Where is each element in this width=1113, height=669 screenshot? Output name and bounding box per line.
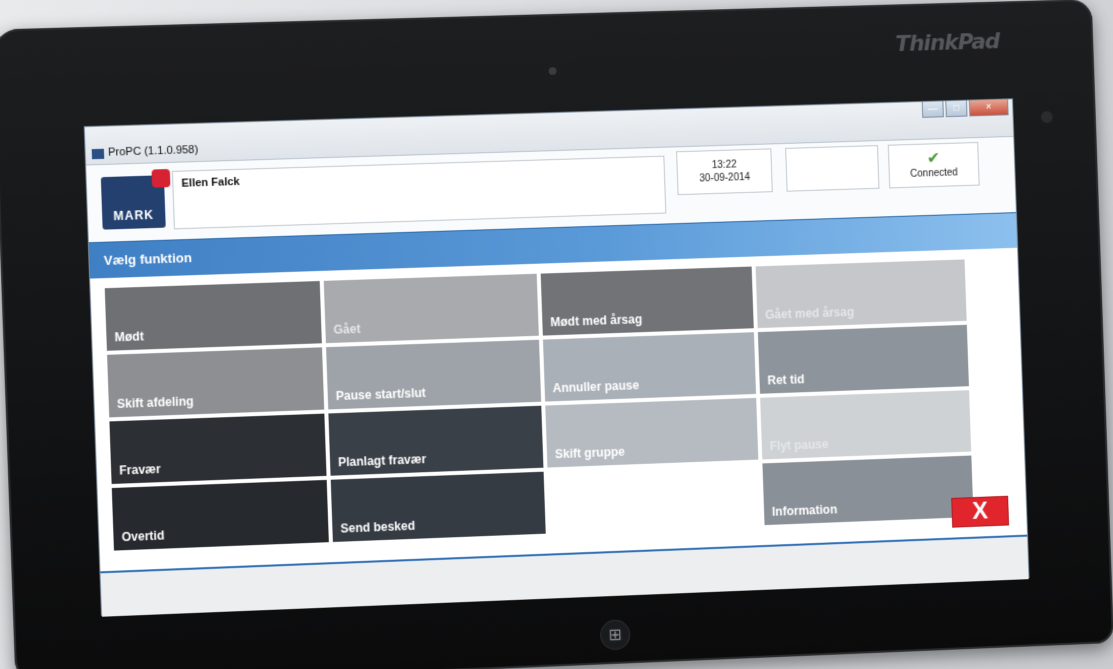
logo-text: MARK	[113, 207, 155, 224]
logo-accent	[151, 168, 171, 188]
tile-mødt-med-årsag[interactable]: Mødt med årsag	[540, 266, 754, 336]
tile-planlagt-fravær[interactable]: Planlagt fravær	[328, 405, 544, 476]
current-date: 30-09-2014	[699, 171, 751, 185]
tile-label: Send besked	[340, 518, 416, 536]
tile-annuller-pause[interactable]: Annuller pause	[542, 332, 757, 402]
tile-information[interactable]: Information	[762, 455, 974, 526]
close-window-button[interactable]: ×	[968, 99, 1009, 117]
clock-box: 13:22 30-09-2014	[676, 148, 773, 196]
window-controls: — □ ×	[920, 99, 1009, 118]
tile-gået-med-årsag[interactable]: Gået med årsag	[755, 259, 967, 329]
tile-overtid[interactable]: Overtid	[111, 479, 329, 551]
tile-label: Overtid	[121, 528, 165, 545]
tile-label: Ret tid	[767, 372, 805, 388]
brand-logo: ThinkPad	[894, 29, 1000, 58]
connection-status-box: ✔ Connected	[887, 141, 980, 189]
tile-label: Mødt	[114, 329, 145, 345]
tile-ret-tid[interactable]: Ret tid	[757, 324, 969, 394]
tile-label: Pause start/slut	[335, 385, 427, 404]
minimize-button[interactable]: —	[921, 101, 944, 118]
tile-mødt[interactable]: Mødt	[104, 281, 322, 351]
tile-label: Flyt pause	[769, 437, 829, 454]
tile-skift-afdeling[interactable]: Skift afdeling	[107, 347, 325, 418]
app-icon	[91, 148, 105, 160]
company-logo: MARK	[100, 168, 171, 230]
user-name-box: Ellen Falck	[171, 155, 667, 230]
windows-key-icon[interactable]: ⊞	[599, 619, 631, 651]
tile-label: Mødt med årsag	[550, 312, 643, 330]
tile-pause-start-slut[interactable]: Pause start/slut	[326, 339, 542, 410]
plug-icon: ✔	[926, 150, 941, 168]
tablet-device: ThinkPad ProPC (1.1.0.958) — □ × MARK El…	[0, 0, 1113, 669]
tile-label: Skift gruppe	[554, 444, 626, 462]
app-window: ProPC (1.1.0.958) — □ × MARK Ellen Falck…	[83, 98, 1030, 617]
tile-empty	[548, 464, 761, 534]
tile-gået[interactable]: Gået	[323, 273, 539, 344]
tile-label: Gået	[333, 321, 361, 337]
tile-flyt-pause[interactable]: Flyt pause	[760, 390, 972, 460]
empty-status-box	[785, 145, 880, 192]
tile-skift-gruppe[interactable]: Skift gruppe	[545, 397, 759, 468]
connection-status: Connected	[910, 167, 959, 180]
sensor-icon	[1040, 110, 1053, 124]
tile-label: Annuller pause	[552, 378, 640, 396]
window-title: ProPC (1.1.0.958)	[107, 143, 199, 159]
section-title: Vælg funktion	[103, 249, 193, 269]
tile-label: Fravær	[119, 461, 161, 478]
tile-label: Skift afdeling	[116, 394, 194, 412]
camera-icon	[545, 63, 560, 79]
tile-label: Information	[771, 502, 838, 519]
tile-fravær[interactable]: Fravær	[109, 413, 327, 484]
exit-button[interactable]: X	[951, 495, 1010, 528]
function-panel: Mødt Gået Mødt med årsag Gået med årsag Skif…	[90, 247, 1028, 572]
tile-label: Planlagt fravær	[337, 452, 427, 470]
tile-send-besked[interactable]: Send besked	[330, 471, 546, 543]
tile-label: Gået med årsag	[764, 304, 855, 322]
function-grid: Mødt Gået Mødt med årsag Gået med årsag Skif…	[104, 259, 974, 551]
maximize-button[interactable]: □	[945, 100, 968, 118]
user-name: Ellen Falck	[181, 175, 240, 190]
